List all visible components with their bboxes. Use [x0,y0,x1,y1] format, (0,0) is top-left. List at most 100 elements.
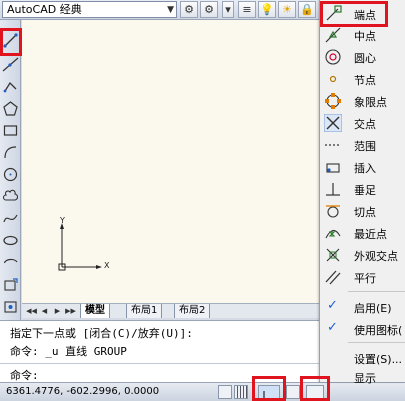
circle-icon[interactable] [2,166,19,183]
command-prompt-label: 命令: [10,369,39,382]
layer-icon[interactable]: ≡ [238,1,256,18]
menu-separator [348,342,405,343]
ortho-mode-button[interactable] [258,385,280,400]
menu-item-label: 垂足 [354,184,376,197]
menu-item-label: 外观交点 [354,250,398,263]
workspace-select-value: AutoCAD 经典 [7,3,82,16]
menu-item-label: 启用(E) [354,302,392,315]
menu-item-label: 使用图标( [354,324,403,337]
object-snap-menu: 端点 中点 圆心 节点 象限点 交点 范围 插入 垂足 切点 最近点 外观交点 … [319,0,405,385]
apparent-intersection-snap-icon [324,246,342,264]
intersection-snap-icon [323,113,343,133]
lock-icon[interactable]: 🔒 [298,1,316,18]
prev-tab-arrow-icon[interactable]: ◀ [39,305,50,317]
lightbulb-icon[interactable]: 💡 [258,1,276,18]
menu-item-endpoint[interactable]: 端点 [320,3,405,24]
arc-icon[interactable] [2,144,19,161]
gear-icon[interactable]: ⚙ [180,1,198,18]
command-separator [0,363,319,364]
tab-layout2[interactable]: 布局2 [174,304,211,318]
endpoint-snap-icon [324,5,342,23]
menu-item-use-icons[interactable]: ✓ 使用图标( [320,318,405,339]
menu-item-label: 端点 [354,9,376,22]
menu-item-settings[interactable]: 设置(S)... [320,347,405,368]
menu-item-perpendicular[interactable]: 垂足 [320,178,405,199]
menu-item-insertion[interactable]: 插入 [320,156,405,177]
make-block-icon[interactable] [2,298,19,315]
menu-item-label: 中点 [354,30,376,43]
menu-item-nearest[interactable]: 最近点 [320,222,405,243]
object-snap-button[interactable] [306,385,324,399]
command-history-line: 指定下一点或 [闭合(C)/放弃(U)]: [10,327,193,340]
insertion-snap-icon [324,158,342,176]
menu-item-enable[interactable]: ✓ 启用(E) [320,296,405,317]
sun-icon[interactable]: ☀ [278,1,296,18]
polar-tracking-button[interactable] [286,385,300,399]
ellipse-arc-icon[interactable] [2,254,19,271]
menu-item-label: 插入 [354,162,376,175]
polygon-icon[interactable] [2,100,19,117]
ucs-x-label: X [104,261,110,270]
grid-display-button[interactable] [234,385,248,399]
menu-item-display[interactable]: 显示 [320,366,405,385]
menu-item-quadrant[interactable]: 象限点 [320,90,405,111]
tab-model[interactable]: 模型 [80,304,110,318]
menu-item-center[interactable]: 圆心 [320,46,405,67]
menu-item-label: 切点 [354,206,376,219]
next-tab-arrow-icon[interactable]: ▶ [52,305,63,317]
perpendicular-snap-icon [324,180,342,198]
menu-item-label: 圆心 [354,52,376,65]
menu-item-extension[interactable]: 范围 [320,134,405,155]
check-icon: ✓ [327,298,338,313]
menu-item-parallel[interactable]: 平行 [320,266,405,287]
spline-icon[interactable] [2,210,19,227]
tangent-snap-icon [324,202,342,220]
menu-item-label: 交点 [354,118,376,131]
coordinates-readout: 6361.4776, -602.2996, 0.0000 [6,386,160,397]
parallel-snap-icon [324,268,342,286]
insert-block-icon[interactable] [2,276,19,293]
polyline-icon[interactable] [2,78,19,95]
menu-item-label: 显示 [354,372,376,385]
menu-item-intersection[interactable]: 交点 [320,112,405,133]
check-icon: ✓ [327,320,338,335]
ellipse-icon[interactable] [2,232,19,249]
workspace-select[interactable]: AutoCAD 经典 ▼ [2,1,177,18]
menu-separator [348,291,405,292]
line-tool-icon[interactable] [2,32,19,49]
menu-item-label: 象限点 [354,96,387,109]
menu-item-label: 设置(S)... [354,353,403,366]
chevron-down-icon: ▼ [167,5,174,15]
draw-toolbar [0,20,21,320]
command-history-line: 命令: _u 直线 GROUP [10,345,127,358]
menu-item-tangent[interactable]: 切点 [320,200,405,221]
menu-item-label: 节点 [354,74,376,87]
toolbar-settings-icon[interactable]: ⚙ [200,1,218,18]
menu-item-label: 最近点 [354,228,387,241]
rectangle-icon[interactable] [2,122,19,139]
tab-layout1[interactable]: 布局1 [126,304,163,318]
center-snap-icon [324,48,342,66]
nearest-snap-icon [324,224,342,242]
autocad-window: AutoCAD 经典 ▼ ⚙ ⚙ ▾ ≡ 💡 ☀ 🔒 Y X ◀◀ ◀ ▶ ▶▶… [0,0,405,401]
command-window: 指定下一点或 [闭合(C)/放弃(U)]: 命令: _u 直线 GROUP 命令… [0,320,319,382]
ucs-y-label: Y [60,216,65,225]
midpoint-snap-icon [324,26,342,44]
construction-line-icon[interactable] [2,56,19,73]
last-tab-arrow-icon[interactable]: ▶▶ [65,305,76,317]
snap-mode-button[interactable] [218,385,232,399]
menu-item-label: 范围 [354,140,376,153]
quadrant-snap-icon [324,92,342,110]
revision-cloud-icon[interactable] [2,188,19,205]
layout-tabs: ◀◀ ◀ ▶ ▶▶ 模型 布局1 布局2 [22,303,319,318]
status-bar: 6361.4776, -602.2996, 0.0000 [0,382,405,401]
ucs-icon: Y X [52,216,122,280]
menu-item-midpoint[interactable]: 中点 [320,24,405,45]
toolbar-dropdown-icon[interactable]: ▾ [222,1,234,18]
first-tab-arrow-icon[interactable]: ◀◀ [26,305,37,317]
drawing-canvas[interactable]: Y X [22,20,319,303]
menu-item-node[interactable]: 节点 [320,68,405,89]
node-snap-icon [324,70,342,88]
menu-item-apparent-intersection[interactable]: 外观交点 [320,244,405,265]
command-input[interactable] [66,367,306,381]
